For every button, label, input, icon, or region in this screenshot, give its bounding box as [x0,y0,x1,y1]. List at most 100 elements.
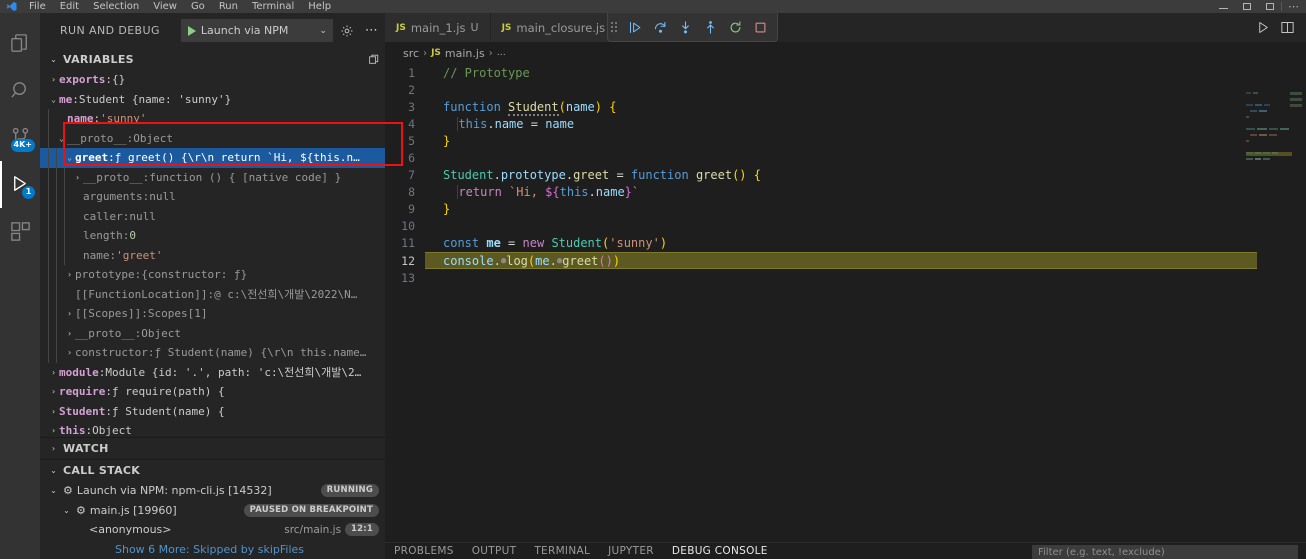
line-content[interactable]: Student.prototype.greet = function greet… [427,168,1306,182]
chevron-right-icon[interactable]: › [64,270,75,279]
code-editor[interactable]: 1 // Prototype 2 3 function Student(name… [385,64,1306,542]
chevron-right-icon[interactable]: › [48,368,59,377]
variable-row[interactable]: › exports: {} [40,70,385,90]
more-actions-icon[interactable]: ⋯ [361,20,383,42]
call-stack-list[interactable]: ⌄ ⚙ Launch via NPM: npm-cli.js [14532] RUNN… [40,481,385,540]
chevron-down-icon[interactable]: ⌄ [61,506,72,515]
restart-button[interactable] [724,16,746,38]
chevron-right-icon[interactable]: › [64,329,75,338]
minimize-button[interactable] [1212,0,1235,13]
code-line[interactable]: 6 [385,149,1306,166]
variable-row[interactable]: › Student: ƒ Student(name) { [40,402,385,422]
breadcrumb-item-src[interactable]: src [403,47,419,60]
chevron-down-icon[interactable]: ⌄ [48,95,59,104]
section-header-variables[interactable]: ⌄ VARIABLES [40,48,385,70]
code-line[interactable]: 5 } [385,132,1306,149]
line-content[interactable]: const me = new Student('sunny') [427,236,1306,250]
sidebar-item-run-and-debug[interactable]: 1 [0,161,40,208]
menu-selection[interactable]: Selection [86,0,146,13]
editor-tab-actions[interactable] [1252,13,1306,42]
call-stack-show-more[interactable]: Show 6 More: Skipped by skipFiles [40,540,385,559]
chevron-down-icon[interactable]: ⌄ [48,466,59,475]
line-content[interactable]: // Prototype [427,66,1306,80]
menu-file[interactable]: File [22,0,53,13]
variable-row[interactable]: › __proto__: function () { [native code] … [40,167,385,187]
panel-tab-debug-console[interactable]: DEBUG CONSOLE [663,543,777,559]
variables-tree[interactable]: › exports: {} ⌄ me: Student {name: 'sunny'}… [40,70,385,437]
step-over-button[interactable] [649,16,671,38]
variable-row[interactable]: name: 'sunny' [40,109,385,129]
code-line[interactable]: 1 // Prototype [385,64,1306,81]
variable-row[interactable]: ⌄ me: Student {name: 'sunny'} [40,90,385,110]
continue-button[interactable] [624,16,646,38]
variable-row[interactable]: › prototype: {constructor: ƒ} [40,265,385,285]
variable-row[interactable]: › __proto__: Object [40,323,385,343]
panel-tab-output[interactable]: OUTPUT [463,543,526,559]
start-debug-icon[interactable] [187,25,196,36]
code-line[interactable]: 4 this.name = name [385,115,1306,132]
maximize-button[interactable] [1235,0,1258,13]
sidebar-item-extensions[interactable] [0,208,40,255]
code-line[interactable]: 8 return `Hi, ${this.name}` [385,184,1306,201]
tab-main_closure-js[interactable]: JS main_closure.js [490,13,618,42]
variable-row[interactable]: › [[Scopes]]: Scopes[1] [40,304,385,324]
split-editor-icon[interactable] [1276,17,1298,39]
chevron-right-icon[interactable]: › [48,426,59,435]
variable-row[interactable]: › this: Object [40,421,385,437]
call-stack-row[interactable]: ⌄ ⚙ main.js [19960] PAUSED ON BREAKPOINT [40,501,385,521]
menu-edit[interactable]: Edit [53,0,86,13]
line-content[interactable]: } [427,202,1306,216]
panel-tabs[interactable]: PROBLEMS OUTPUT TERMINAL JUPYTER DEBUG CONSO… [385,543,777,559]
line-content[interactable]: console. ● log(me. ● greet()) [425,252,1257,270]
call-stack-row[interactable]: <anonymous> src/main.js 12:1 [40,520,385,540]
panel-tab-problems[interactable]: PROBLEMS [385,543,463,559]
code-line[interactable]: 2 [385,81,1306,98]
stop-button[interactable] [749,16,771,38]
variable-row[interactable]: ⌄ __proto__: Object [40,128,385,148]
activity-bar[interactable]: 4K+ 1 [0,13,40,559]
close-button[interactable]: ⋯ [1282,0,1306,13]
copy-icon[interactable] [363,48,385,70]
code-line-current[interactable]: 12 console. ● log(me. ● greet()) [385,252,1306,270]
menu-view[interactable]: View [146,0,184,13]
chevron-right-icon[interactable]: › [48,407,59,416]
menu-help[interactable]: Help [301,0,338,13]
code-line[interactable]: 10 [385,218,1306,235]
sidebar-item-explorer[interactable] [0,20,40,67]
menu-run[interactable]: Run [212,0,245,13]
breadcrumb-item-symbol[interactable]: … [497,48,506,58]
sidebar-item-search[interactable] [0,67,40,114]
chevron-right-icon[interactable]: › [48,387,59,396]
drag-handle-icon[interactable] [611,22,617,32]
panel-tab-jupyter[interactable]: JUPYTER [599,543,663,559]
tab-main_1-js[interactable]: JS main_1.js U [385,13,491,42]
debug-toolbar[interactable] [607,13,778,42]
launch-config-dropdown[interactable]: Launch via NPM ⌄ [180,19,333,42]
variable-row[interactable]: caller: null [40,206,385,226]
minimap[interactable] [1246,86,1292,542]
variable-row[interactable]: [[FunctionLocation]]: @ c:\전선희\개발\2022\N… [40,284,385,304]
chevron-right-icon[interactable]: › [64,309,75,318]
chevron-right-icon[interactable]: › [48,444,59,453]
chevron-down-icon[interactable]: ⌄ [48,55,59,64]
code-line[interactable]: 11 const me = new Student('sunny') [385,235,1306,252]
step-out-button[interactable] [699,16,721,38]
variable-row-selected[interactable]: ⌄ greet: ƒ greet() {\r\n return `Hi, ${th… [40,148,385,168]
call-stack-row[interactable]: ⌄ ⚙ Launch via NPM: npm-cli.js [14532] RUNN… [40,481,385,501]
chevron-right-icon[interactable]: › [48,75,59,84]
step-into-button[interactable] [674,16,696,38]
variable-row[interactable]: › require: ƒ require(path) { [40,382,385,402]
sidebar-item-source-control[interactable]: 4K+ [0,114,40,161]
window-controls[interactable]: ⋯ [1212,0,1306,13]
section-header-watch[interactable]: › WATCH [40,437,385,460]
variable-row[interactable]: arguments: null [40,187,385,207]
line-content[interactable]: return `Hi, ${this.name}` [427,185,1306,200]
chevron-down-icon[interactable]: ⌄ [48,486,59,495]
debug-console-filter-input[interactable]: Filter (e.g. text, !exclude) [1032,545,1298,559]
menu-bar[interactable]: File Edit Selection View Go Run Terminal Help [22,0,338,13]
chevron-right-icon[interactable]: › [72,173,83,182]
breadcrumb-item-file[interactable]: main.js [445,47,485,60]
gear-icon[interactable] [336,20,358,42]
chevron-right-icon[interactable]: › [64,348,75,357]
menu-terminal[interactable]: Terminal [245,0,301,13]
